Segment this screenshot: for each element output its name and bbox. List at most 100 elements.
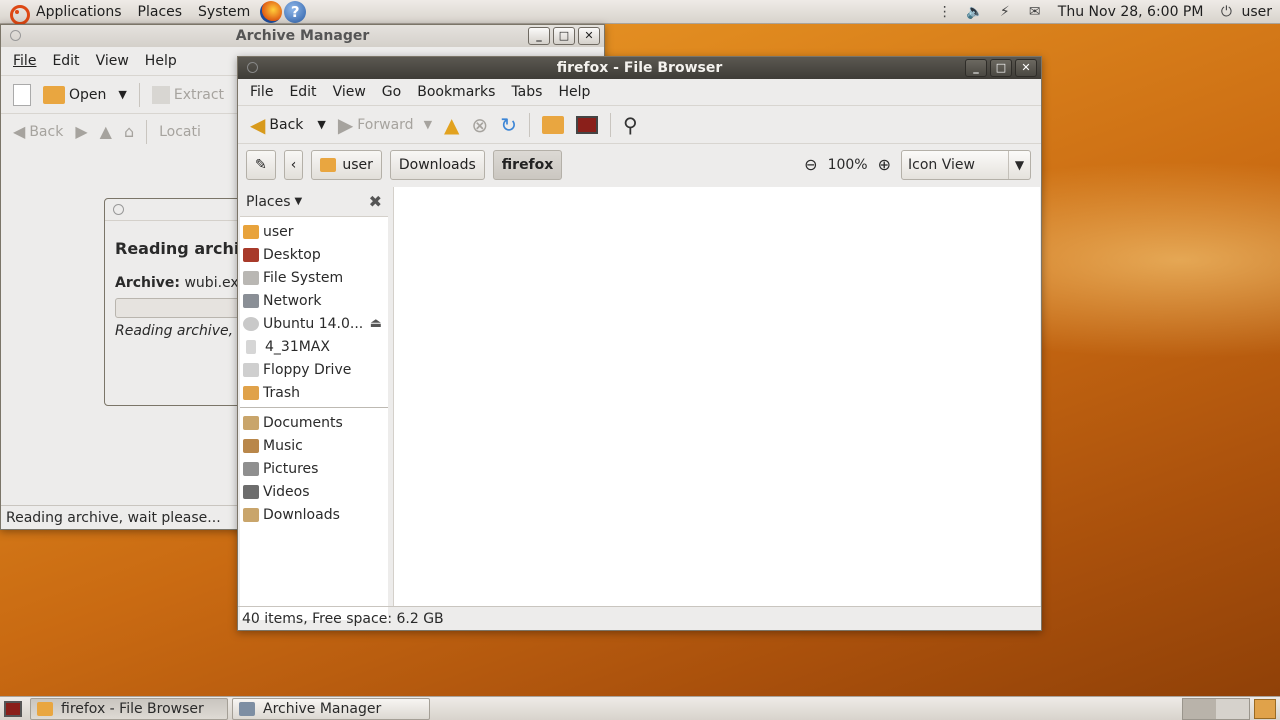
sidebar-item-usb[interactable]: 4_31MAX xyxy=(240,335,388,358)
open-button[interactable]: Open ▼ xyxy=(37,80,133,110)
minimize-button[interactable]: _ xyxy=(965,59,987,77)
menu-edit[interactable]: Edit xyxy=(44,53,87,69)
menu-file[interactable]: File xyxy=(5,53,44,69)
sidebar-item-videos[interactable]: Videos xyxy=(240,480,388,503)
task-file-browser[interactable]: firefox - File Browser xyxy=(30,697,228,720)
sidebar-item-label: user xyxy=(263,223,294,240)
close-sidebar-icon[interactable]: ✖ xyxy=(369,192,382,211)
path-scroll-left-button[interactable]: ‹ xyxy=(283,149,304,180)
menu-edit[interactable]: Edit xyxy=(281,84,324,100)
fb-statusbar: 40 items, Free space: 6.2 GB xyxy=(238,606,1041,630)
am-up-button[interactable]: ▲ xyxy=(94,117,118,147)
mail-icon[interactable]: ✉ xyxy=(1026,4,1044,20)
stop-button[interactable]: ⊗ xyxy=(465,110,494,140)
file-icon-view[interactable] xyxy=(393,187,1040,607)
home-button[interactable] xyxy=(536,110,570,140)
path-button-firefox[interactable]: firefox xyxy=(492,149,563,180)
sidebar-item-ubuntu-cd[interactable]: Ubuntu 14.0... ⏏ xyxy=(240,312,388,335)
chevron-down-icon[interactable]: ▼ xyxy=(424,118,432,131)
applications-menu[interactable]: Applications xyxy=(28,4,130,20)
forward-button[interactable]: ▶ Forward ▼ xyxy=(332,110,438,140)
new-archive-button[interactable] xyxy=(7,80,37,110)
panel-handle-icon: ⋮ xyxy=(937,3,952,20)
path-button-downloads[interactable]: Downloads xyxy=(389,149,485,180)
system-menu[interactable]: System xyxy=(190,4,258,20)
am-back-button[interactable]: ◀ Back xyxy=(7,117,69,147)
task-archive-manager[interactable]: Archive Manager xyxy=(232,697,430,720)
maximize-button[interactable]: □ xyxy=(553,27,575,45)
window-menu-icon[interactable] xyxy=(10,30,21,41)
network-folder-icon xyxy=(243,293,259,308)
zoom-in-icon[interactable]: ⊕ xyxy=(878,155,891,174)
am-forward-button[interactable]: ▶ xyxy=(69,117,93,147)
eject-icon[interactable]: ⏏ xyxy=(370,316,382,331)
view-mode-value: Icon View xyxy=(908,156,975,173)
minimize-button[interactable]: _ xyxy=(528,27,550,45)
music-folder-icon xyxy=(243,438,259,453)
sidebar-item-trash[interactable]: Trash xyxy=(240,381,388,404)
toggle-location-button[interactable]: ✎ xyxy=(246,149,276,180)
sidebar-item-file-system[interactable]: File System xyxy=(240,266,388,289)
back-label: Back xyxy=(269,116,304,133)
close-button[interactable]: ✕ xyxy=(1015,59,1037,77)
path-button-user[interactable]: user xyxy=(311,149,382,180)
up-arrow-icon: ▲ xyxy=(444,112,460,137)
places-menu[interactable]: Places xyxy=(130,4,191,20)
view-mode-select[interactable]: Icon View ▼ xyxy=(901,149,1031,180)
am-back-label: Back xyxy=(29,123,64,140)
sidebar-item-floppy[interactable]: Floppy Drive xyxy=(240,358,388,381)
sidebar-item-desktop[interactable]: Desktop xyxy=(240,243,388,266)
chevron-down-icon[interactable]: ▼ xyxy=(1008,150,1030,179)
window-menu-icon[interactable] xyxy=(247,62,258,73)
workspace-switcher[interactable] xyxy=(1182,697,1280,720)
am-home-button[interactable]: ⌂ xyxy=(118,117,140,147)
menu-help[interactable]: Help xyxy=(137,53,185,69)
search-button[interactable]: ⚲ xyxy=(617,110,644,140)
volume-icon[interactable]: 🔈 xyxy=(966,4,984,20)
firefox-launcher-icon[interactable] xyxy=(260,0,283,23)
chevron-down-icon[interactable]: ▼ xyxy=(295,196,303,207)
menu-tabs[interactable]: Tabs xyxy=(503,84,550,100)
sidebar-item-network[interactable]: Network xyxy=(240,289,388,312)
optical-disc-icon xyxy=(243,316,259,331)
menu-file[interactable]: File xyxy=(242,84,281,100)
workspace-pager[interactable] xyxy=(1182,697,1250,720)
chevron-down-icon[interactable]: ▼ xyxy=(118,88,126,101)
user-menu[interactable]: user xyxy=(1241,4,1280,20)
extract-button[interactable]: Extract xyxy=(146,80,230,110)
close-button[interactable]: ✕ xyxy=(578,27,600,45)
file-browser-titlebar[interactable]: firefox - File Browser _ □ ✕ xyxy=(238,57,1041,79)
sidebar-item-user[interactable]: user xyxy=(240,220,388,243)
menu-go[interactable]: Go xyxy=(374,84,409,100)
reload-button[interactable]: ↻ xyxy=(494,110,523,140)
up-button[interactable]: ▲ xyxy=(438,110,465,140)
trash-applet-icon[interactable] xyxy=(1254,698,1276,719)
zoom-level[interactable]: 100% xyxy=(828,157,868,173)
forward-arrow-icon: ▶ xyxy=(337,112,354,137)
sidebar-item-label: Trash xyxy=(263,384,300,401)
power-icon[interactable]: ⏻ xyxy=(1217,4,1235,20)
file-browser-window: firefox - File Browser _ □ ✕ File Edit V… xyxy=(237,56,1042,631)
zoom-out-icon[interactable]: ⊖ xyxy=(804,155,817,174)
sidebar-item-pictures[interactable]: Pictures xyxy=(240,457,388,480)
home-icon: ⌂ xyxy=(123,122,135,141)
ubuntu-logo-icon[interactable] xyxy=(6,1,30,25)
menu-view[interactable]: View xyxy=(88,53,137,69)
sidebar-item-downloads[interactable]: Downloads xyxy=(240,503,388,526)
clock[interactable]: Thu Nov 28, 6:00 PM xyxy=(1050,4,1212,20)
sidebar-type-selector[interactable]: Places xyxy=(246,194,291,210)
chevron-down-icon[interactable]: ▼ xyxy=(317,118,325,131)
maximize-button[interactable]: □ xyxy=(990,59,1012,77)
back-button[interactable]: ◀ Back ▼ xyxy=(244,110,332,140)
help-launcher-icon[interactable]: ? xyxy=(284,0,307,23)
sidebar-item-music[interactable]: Music xyxy=(240,434,388,457)
network-icon[interactable]: ⚡ xyxy=(996,4,1014,20)
archive-manager-titlebar[interactable]: Archive Manager _ □ ✕ xyxy=(1,25,604,47)
show-desktop-icon[interactable] xyxy=(4,700,22,717)
menu-view[interactable]: View xyxy=(325,84,374,100)
sidebar-item-documents[interactable]: Documents xyxy=(240,411,388,434)
menu-bookmarks[interactable]: Bookmarks xyxy=(409,84,503,100)
menu-help[interactable]: Help xyxy=(550,84,598,100)
computer-button[interactable] xyxy=(570,110,604,140)
dialog-menu-icon[interactable] xyxy=(113,204,124,215)
